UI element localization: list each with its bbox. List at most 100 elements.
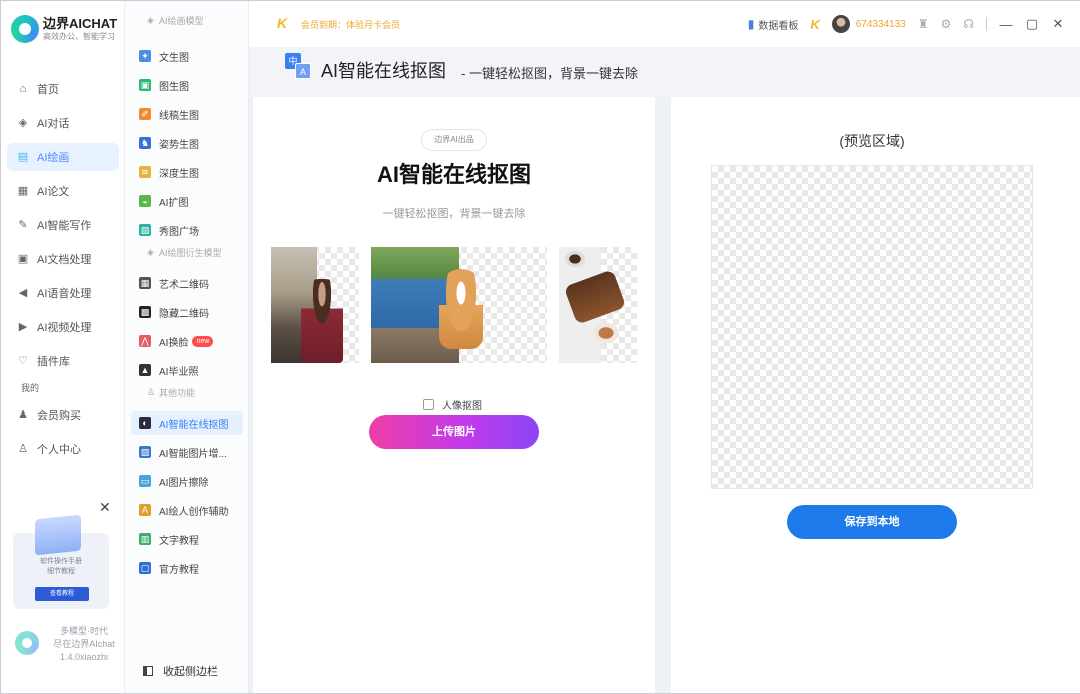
page-subtitle: - 一键轻松抠图，背景一键去除 bbox=[461, 66, 638, 81]
view-tutorial-button[interactable]: 查看教程 bbox=[35, 587, 89, 601]
sub-item-graduation[interactable]: ▲ AI毕业照 bbox=[131, 358, 243, 382]
nav-item-profile[interactable]: ♙ 个人中心 bbox=[7, 435, 119, 463]
sub-item-erase[interactable]: ▭ AI图片擦除 bbox=[131, 469, 243, 493]
upload-image-button[interactable]: 上传图片 bbox=[369, 415, 539, 449]
hero-title: AI智能在线抠图 bbox=[376, 162, 531, 187]
logo-icon bbox=[11, 15, 39, 43]
portrait-cutout-checkbox[interactable] bbox=[423, 399, 434, 410]
footer-logo-icon bbox=[15, 631, 39, 655]
hero-subtitle: 一键轻松抠图，背景一键去除 bbox=[382, 208, 526, 220]
sub-item-label: 官方教程 bbox=[159, 564, 199, 576]
sub-item-text-tutorial[interactable]: ▥ 文字教程 bbox=[131, 527, 243, 551]
page-header: 中 A AI智能在线抠图 - 一键轻松抠图，背景一键去除 bbox=[249, 47, 1080, 97]
gallery-icon: ▧ bbox=[139, 224, 151, 236]
section-label: AI绘图衍生模型 bbox=[159, 247, 222, 258]
video-icon: ▶ bbox=[18, 321, 28, 333]
member-icon: ♟ bbox=[18, 409, 28, 421]
sub-item-label: 线稿生图 bbox=[159, 110, 199, 122]
preview-panel: (预览区域) 保存到本地 bbox=[671, 97, 1080, 693]
pen-icon: ✎ bbox=[18, 219, 28, 231]
home-icon: ⌂ bbox=[19, 83, 27, 95]
upload-panel: 边界AI出品 AI智能在线抠图 一键轻松抠图，背景一键去除 人像抠图 上传图片 bbox=[253, 97, 655, 693]
section-other-features: ♙ 其他功能 bbox=[125, 385, 249, 399]
sample-photo-bowl bbox=[593, 323, 619, 343]
enhance-icon: ▨ bbox=[139, 446, 151, 458]
translate-icon: 中 A bbox=[285, 53, 311, 79]
nav-label: AI对话 bbox=[37, 118, 70, 130]
maximize-button[interactable]: ▢ bbox=[1025, 16, 1039, 32]
sample-image-dog[interactable] bbox=[371, 247, 547, 363]
cube-icon: ◈ bbox=[147, 14, 154, 25]
sub-item-expand[interactable]: ◒ AI扩图 bbox=[131, 189, 243, 213]
nav-label: 会员购买 bbox=[37, 410, 81, 422]
sub-item-creation-assist[interactable]: A AI绘人创作辅助 bbox=[131, 498, 243, 522]
page-title: AI智能在线抠图 bbox=[321, 61, 447, 81]
sample-image-portrait[interactable] bbox=[271, 247, 359, 363]
nav-label: AI视频处理 bbox=[37, 322, 92, 334]
app-logo[interactable]: 边界AICHAT 高效办公、智能学习 bbox=[11, 15, 117, 43]
settings-icon[interactable]: ⚙ bbox=[941, 17, 952, 31]
sub-item-label: AI换脸 bbox=[159, 337, 189, 349]
sub-item-label: AI图片擦除 bbox=[159, 477, 209, 489]
nav-item-ai-paper[interactable]: ▦ AI论文 bbox=[7, 177, 119, 205]
nav-item-ai-voice[interactable]: ◀ AI语音处理 bbox=[7, 279, 119, 307]
assist-icon: A bbox=[139, 504, 151, 516]
folder-icon bbox=[35, 514, 81, 556]
nav-item-ai-docs[interactable]: ▣ AI文档处理 bbox=[7, 245, 119, 273]
section-label: 其他功能 bbox=[159, 387, 196, 398]
main-nav: ⌂ 首页 ◈ AI对话 ▤ AI绘画 ▦ AI论文 ✎ AI智能写作 ▣ AI文档处理 ◀ A… bbox=[7, 75, 119, 469]
sub-item-face-swap[interactable]: ⋀ AI换脸 new bbox=[131, 329, 243, 353]
sub-item-label: AI绘人创作辅助 bbox=[159, 506, 229, 518]
nav-item-ai-painting[interactable]: ▤ AI绘画 bbox=[7, 143, 119, 171]
sample-image-food[interactable] bbox=[559, 247, 637, 363]
face-swap-icon: ⋀ bbox=[139, 335, 151, 347]
art-qr-icon: ▦ bbox=[139, 277, 151, 289]
promo-close-icon[interactable]: ✕ bbox=[99, 499, 111, 516]
sub-item-hidden-qr[interactable]: ▩ 隐藏二维码 bbox=[131, 300, 243, 324]
text-doc-icon: ▣ bbox=[17, 253, 29, 265]
nav-label: AI绘画 bbox=[37, 152, 70, 164]
nav-item-membership[interactable]: ♟ 会员购买 bbox=[7, 401, 119, 429]
sub-item-depth[interactable]: ≋ 深度生图 bbox=[131, 160, 243, 184]
sub-item-official-tutorial[interactable]: ▢ 官方教程 bbox=[131, 556, 243, 580]
nav-item-ai-writing[interactable]: ✎ AI智能写作 bbox=[7, 211, 119, 239]
pose-icon: ♞ bbox=[139, 137, 151, 149]
user-icon: ♙ bbox=[18, 443, 28, 455]
nav-item-ai-chat[interactable]: ◈ AI对话 bbox=[7, 109, 119, 137]
sub-item-label: 艺术二维码 bbox=[159, 279, 209, 291]
nav-item-home[interactable]: ⌂ 首页 bbox=[7, 75, 119, 103]
sub-item-cutout[interactable]: ◐ AI智能在线抠图 bbox=[131, 411, 243, 435]
sub-item-label: 文生图 bbox=[159, 52, 189, 64]
sub-item-gallery[interactable]: ▧ 秀图广场 bbox=[131, 218, 243, 242]
dashboard-link[interactable]: 数据看板 bbox=[758, 17, 798, 32]
bar-chart-icon: ▮ bbox=[747, 17, 755, 31]
nav-label: AI智能写作 bbox=[37, 220, 92, 232]
nav-item-ai-video[interactable]: ▶ AI视频处理 bbox=[7, 313, 119, 341]
cube-icon: ◈ bbox=[147, 246, 154, 257]
cutout-icon: ◐ bbox=[139, 417, 151, 429]
avatar[interactable] bbox=[831, 15, 850, 33]
close-button[interactable]: ✕ bbox=[1051, 16, 1065, 32]
portrait-cutout-option[interactable]: 人像抠图 bbox=[423, 397, 482, 412]
headset-icon[interactable]: ☊ bbox=[963, 17, 974, 31]
preview-canvas bbox=[711, 165, 1033, 489]
app-title: 边界AICHAT bbox=[43, 16, 118, 31]
sub-item-enhance[interactable]: ▨ AI智能图片增... bbox=[131, 440, 243, 464]
minimize-button[interactable]: — bbox=[999, 17, 1013, 32]
sub-item-image-to-image[interactable]: ▣ 图生图 bbox=[131, 73, 243, 97]
preview-title: (预览区域) bbox=[839, 133, 905, 149]
user-id[interactable]: 674334133 bbox=[856, 19, 906, 30]
sub-item-text-to-image[interactable]: ✦ 文生图 bbox=[131, 44, 243, 68]
sub-item-pose[interactable]: ♞ 姿势生图 bbox=[131, 131, 243, 155]
nav-item-plugins[interactable]: ♡ 插件库 bbox=[7, 347, 119, 375]
collapse-sidebar-button[interactable]: 收起侧边栏 bbox=[143, 663, 218, 679]
text-to-image-icon: ✦ bbox=[139, 50, 151, 62]
new-badge: new bbox=[192, 335, 214, 347]
save-local-button[interactable]: 保存到本地 bbox=[787, 505, 957, 539]
shirt-icon[interactable]: ♜ bbox=[918, 17, 929, 31]
nav-label: 首页 bbox=[37, 84, 59, 96]
membership-status[interactable]: 会员到期：体验月卡会员 bbox=[301, 18, 400, 31]
sub-item-art-qr[interactable]: ▦ 艺术二维码 bbox=[131, 271, 243, 295]
lineart-icon: ✐ bbox=[139, 108, 151, 120]
sub-item-lineart[interactable]: ✐ 线稿生图 bbox=[131, 102, 243, 126]
